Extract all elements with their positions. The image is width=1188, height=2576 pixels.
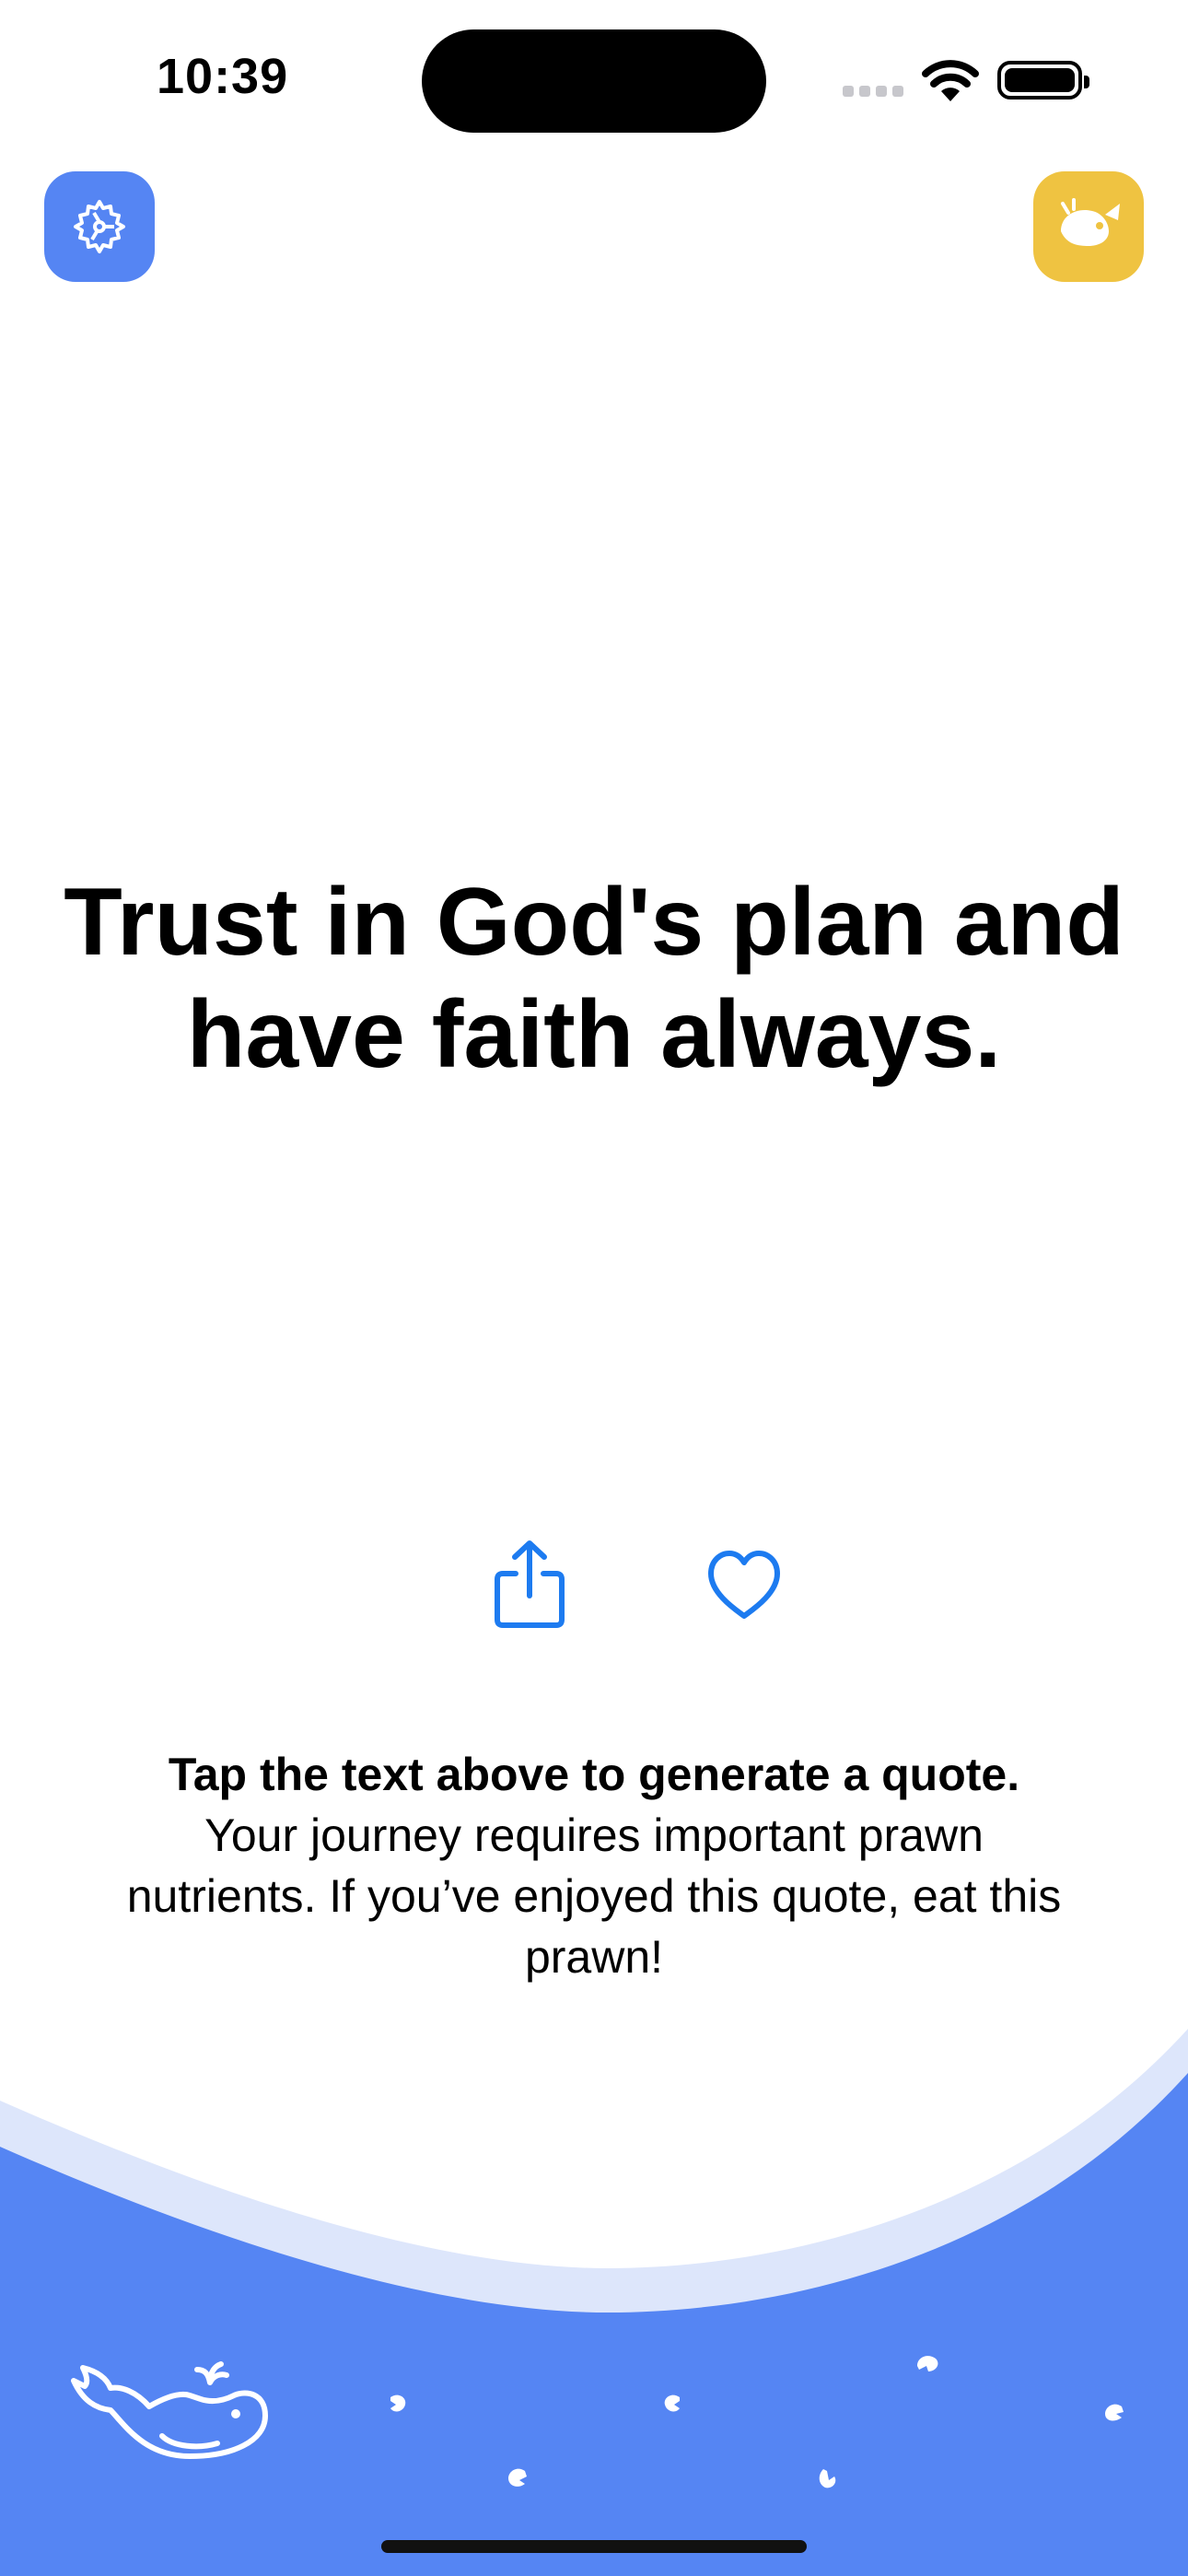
info-headline: Tap the text above to generate a quote. xyxy=(168,1749,1020,1800)
ocean-wave xyxy=(0,2029,1188,2576)
whale-shop-button[interactable] xyxy=(1033,171,1144,282)
prawn-icon[interactable] xyxy=(661,2392,685,2416)
cellular-signal-icon xyxy=(843,86,903,97)
heart-icon xyxy=(708,1551,780,1619)
share-icon xyxy=(495,1540,565,1628)
whale-button[interactable] xyxy=(70,2359,273,2478)
whale-shop-icon xyxy=(1061,198,1120,246)
wifi-icon xyxy=(922,60,979,101)
quote-text[interactable]: Trust in God's plan and have faith alway… xyxy=(55,866,1133,1091)
prawn-icon[interactable] xyxy=(385,2392,409,2416)
status-time: 10:39 xyxy=(157,49,289,104)
prawn-icon[interactable] xyxy=(505,2465,530,2491)
prawn-icon[interactable] xyxy=(1101,2401,1127,2425)
battery-icon xyxy=(997,61,1089,100)
dynamic-island xyxy=(422,29,766,133)
home-indicator xyxy=(381,2540,807,2553)
info-text: Tap the text above to generate a quote. … xyxy=(111,1744,1077,1987)
settings-button[interactable] xyxy=(44,171,155,282)
prawn-icon[interactable] xyxy=(814,2465,840,2491)
share-button[interactable] xyxy=(490,1539,569,1631)
prawn-icon[interactable] xyxy=(914,2353,941,2377)
info-body: Your journey requires important prawn nu… xyxy=(126,1809,1062,1983)
whale-icon xyxy=(71,2361,268,2459)
settings-gear-icon xyxy=(74,200,125,253)
favorite-button[interactable] xyxy=(705,1548,783,1622)
